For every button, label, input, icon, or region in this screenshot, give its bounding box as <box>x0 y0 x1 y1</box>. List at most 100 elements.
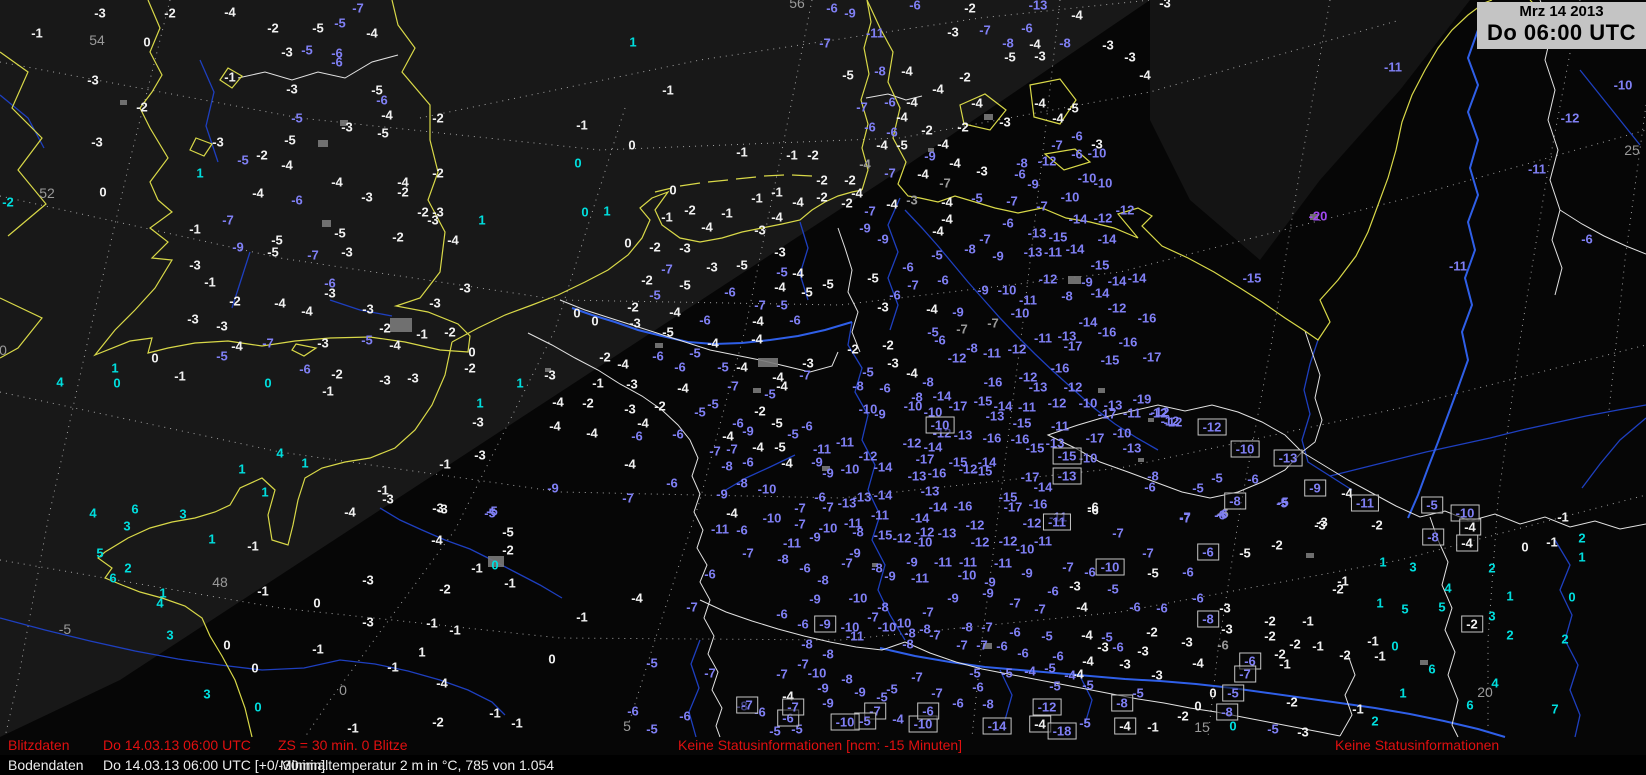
station-temperature: -5 <box>867 272 879 285</box>
station-temperature: -2 <box>627 301 639 314</box>
station-temperature: -3 <box>91 136 103 149</box>
station-temperature: 0 <box>468 346 475 359</box>
station-temperature: -2 <box>841 197 853 210</box>
station-temperature: -13 <box>938 527 957 540</box>
station-temperature: -16 <box>1098 326 1117 339</box>
station-temperature: -3 <box>382 493 394 506</box>
station-temperature: -7 <box>782 699 804 716</box>
station-temperature: 2 <box>1561 633 1568 646</box>
station-temperature: -10 <box>1088 147 1107 160</box>
station-temperature: 0 <box>1229 720 1236 733</box>
station-temperature: -5 <box>776 266 788 279</box>
boden-layer-label[interactable]: Bodendaten <box>8 757 84 773</box>
station-temperature: 1 <box>208 533 215 546</box>
station-temperature: -7 <box>1142 547 1154 560</box>
station-temperature: -2 <box>502 544 514 557</box>
station-temperature: -1 <box>204 276 216 289</box>
station-temperature: -10 <box>1231 441 1260 458</box>
station-temperature: -5 <box>886 683 898 696</box>
station-temperature: -9 <box>811 456 823 469</box>
station-temperature: -6 <box>801 420 813 433</box>
station-temperature: -4 <box>941 196 953 209</box>
station-temperature: -6 <box>799 562 811 575</box>
station-temperature: -2 <box>684 204 696 217</box>
station-temperature: -7 <box>884 167 896 180</box>
station-temperature: -4 <box>971 97 983 110</box>
station-temperature: -1 <box>347 722 359 735</box>
station-temperature: -9 <box>814 616 836 633</box>
station-temperature: 0 <box>251 662 258 675</box>
station-temperature: -10 <box>819 522 838 535</box>
station-temperature: -4 <box>781 457 793 470</box>
station-temperature: -3 <box>341 121 353 134</box>
station-temperature: -10 <box>763 512 782 525</box>
station-temperature: 0 <box>143 36 150 49</box>
station-temperature: -7 <box>931 687 943 700</box>
station-temperature: -1 <box>1312 640 1324 653</box>
station-temperature: -8 <box>721 460 733 473</box>
station-temperature: -4 <box>752 315 764 328</box>
station-temperature: -8 <box>1002 37 1014 50</box>
station-temperature: -9 <box>952 306 964 319</box>
blitz-layer-label[interactable]: Blitzdaten <box>8 737 69 753</box>
station-temperature: 1 <box>238 463 245 476</box>
station-temperature: -7 <box>1179 512 1191 525</box>
station-temperature: -8 <box>1197 611 1219 628</box>
station-temperature: 1 <box>1376 597 1383 610</box>
station-temperature: -1 <box>247 540 259 553</box>
station-temperature: -11 <box>1123 407 1141 420</box>
station-temperature: 2 <box>1371 715 1378 728</box>
station-temperature: -16 <box>928 467 947 480</box>
station-temperature: -16 <box>1119 336 1138 349</box>
station-temperature: -2 <box>164 7 176 20</box>
station-temperature: -5 <box>237 154 249 167</box>
station-temperature: 1 <box>516 377 523 390</box>
station-temperature: -17 <box>1086 432 1105 445</box>
station-temperature: -3 <box>216 320 228 333</box>
station-temperature: -8 <box>822 648 834 661</box>
station-temperature: -8 <box>1422 529 1444 546</box>
station-temperature: -2 <box>847 343 859 356</box>
station-temperature: -4 <box>707 337 719 350</box>
station-temperature: -2 <box>267 22 279 35</box>
station-temperature: -7 <box>799 369 811 382</box>
station-temperature: -4 <box>736 361 748 374</box>
station-temperature: -3 <box>1314 519 1326 532</box>
station-temperature: -1 <box>721 207 733 220</box>
station-temperature: -15 <box>974 395 993 408</box>
station-temperature: -6 <box>952 697 964 710</box>
station-temperature: -4 <box>231 340 243 353</box>
station-temperature: -1 <box>312 643 324 656</box>
station-temperature: -1 <box>1367 635 1379 648</box>
station-temperature: -6 <box>376 94 388 107</box>
station-temperature: -10 <box>998 284 1017 297</box>
station-temperature: -1 <box>426 617 438 630</box>
station-temperature: -7 <box>979 24 991 37</box>
station-temperature: -6 <box>917 703 939 720</box>
station-temperature: -7 <box>911 671 923 684</box>
station-temperature: -6 <box>1192 592 1204 605</box>
station-temperature: -15 <box>1013 417 1032 430</box>
station-temperature: -4 <box>1024 665 1036 678</box>
station-temperature: 0 <box>581 206 588 219</box>
station-temperature: 0 <box>624 237 631 250</box>
station-temperature: -2 <box>921 124 933 137</box>
station-temperature: -12 <box>1048 397 1067 410</box>
station-temperature: -13 <box>921 485 940 498</box>
station-temperature: -14 <box>983 718 1012 735</box>
station-temperature: -2 <box>1339 649 1351 662</box>
station-temperature: -9 <box>859 222 871 235</box>
station-temperature: -3 <box>1034 50 1046 63</box>
station-temperature: -10 <box>808 667 827 680</box>
station-temperature: -6 <box>699 314 711 327</box>
station-temperature: -8 <box>874 65 886 78</box>
station-temperature: 7 <box>1551 703 1558 716</box>
station-temperature: -6 <box>1217 639 1229 652</box>
station-temperature: -1 <box>1302 615 1314 628</box>
status-row-blitzdaten: Blitzdaten Do 14.03.13 06:00 UTC ZS = 30… <box>0 737 1646 755</box>
station-temperature: -7 <box>907 279 919 292</box>
station-temperature: 4 <box>89 507 96 520</box>
station-temperature: -7 <box>956 323 968 336</box>
station-temperature: -5 <box>1001 667 1013 680</box>
station-temperature: -17 <box>1098 408 1117 421</box>
